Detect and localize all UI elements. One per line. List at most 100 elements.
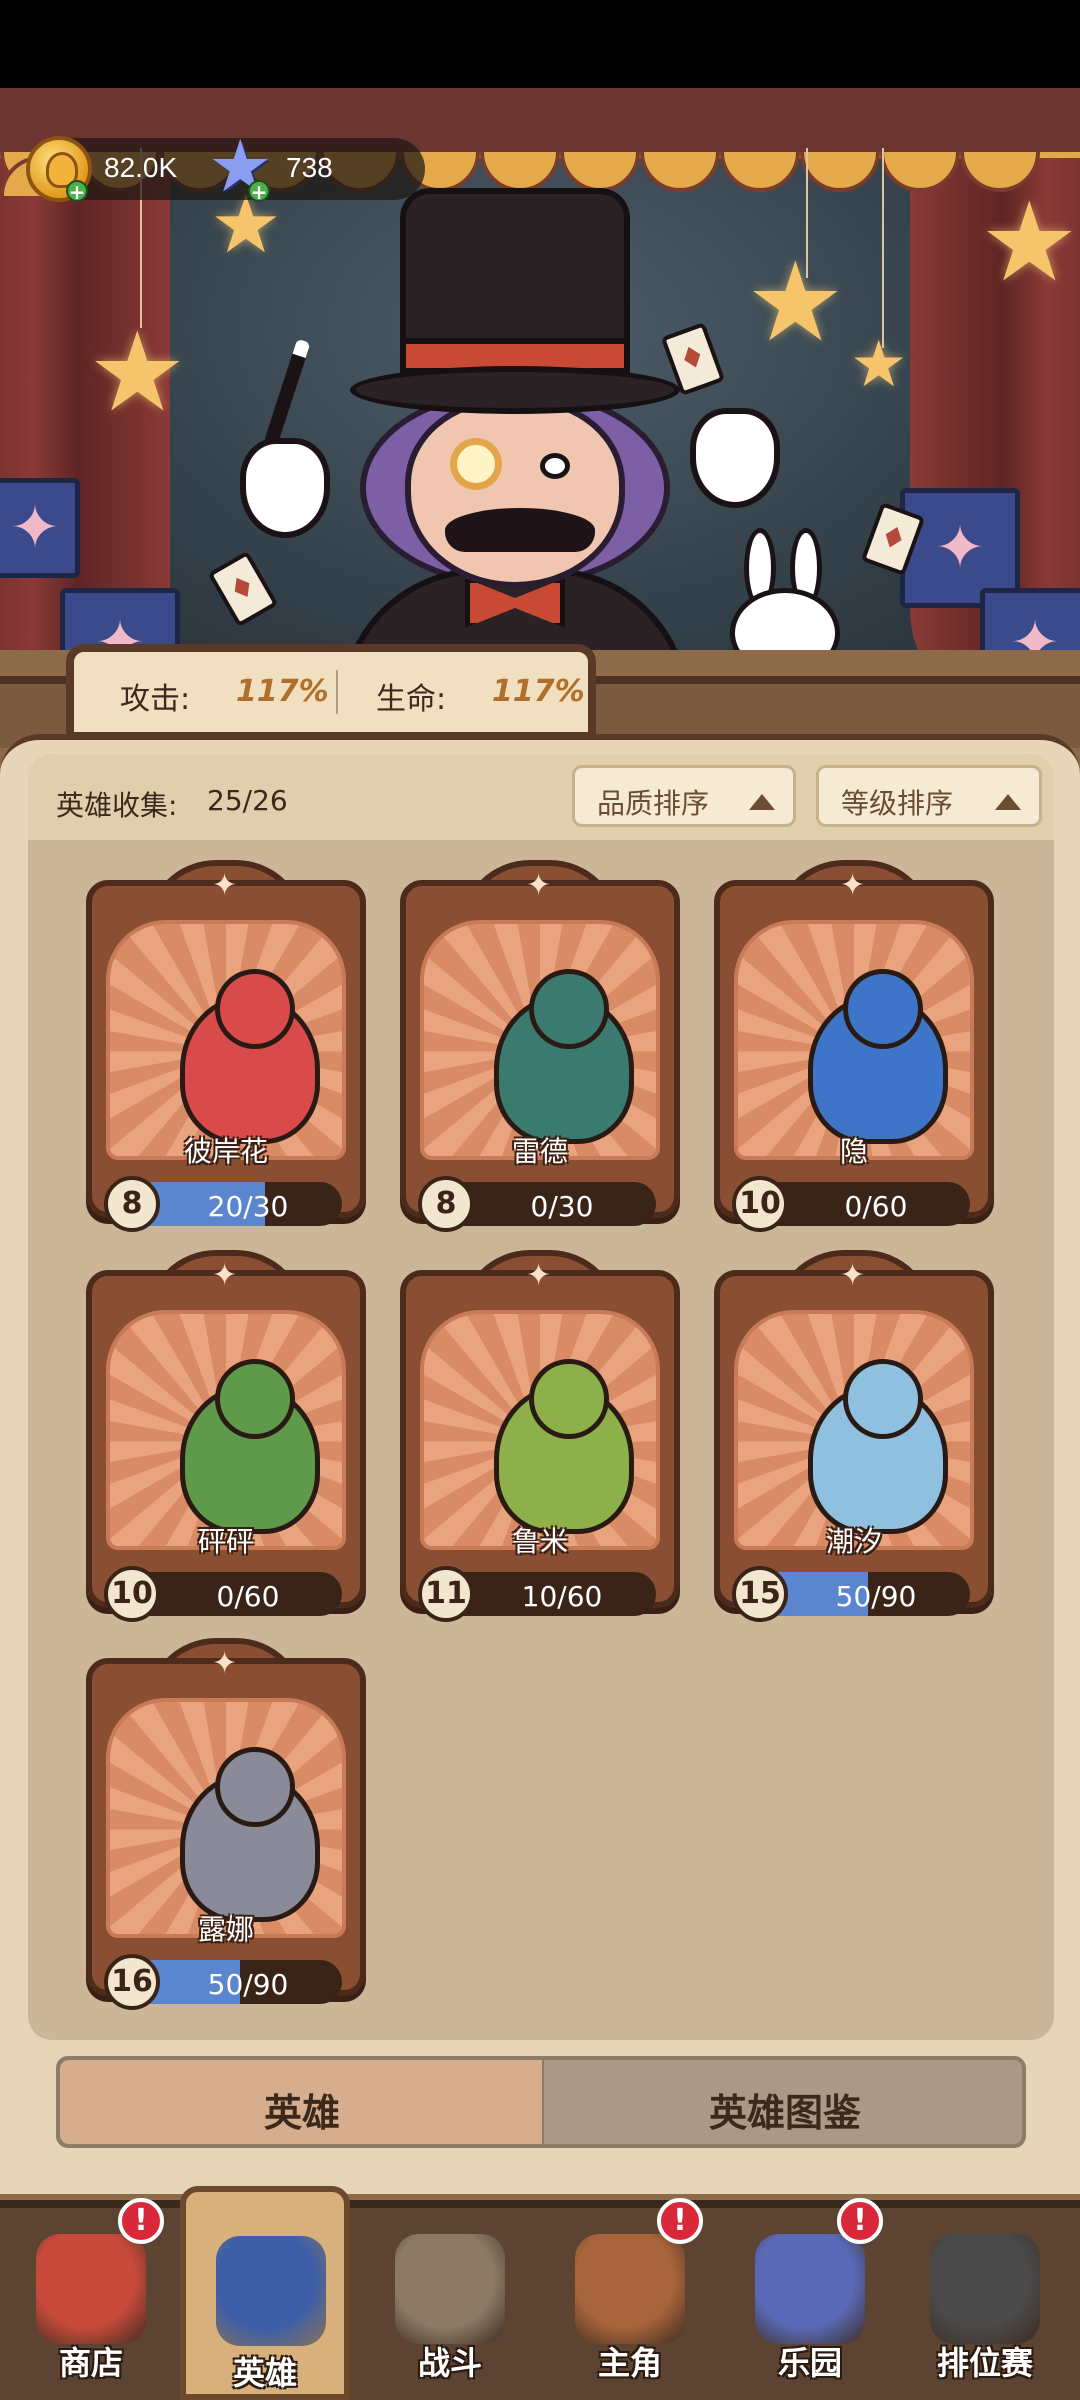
collection-count: 25/26 xyxy=(207,784,288,817)
tab-codex-label: 英雄图鉴 xyxy=(708,2091,861,2135)
hero-card[interactable]: 彼岸花 20/30 8 ✦ xyxy=(86,860,366,1232)
alert-badge-icon: ! xyxy=(118,2198,164,2244)
hero-name: 露娜 xyxy=(197,1913,254,1946)
shard-progress-text: 20/30 xyxy=(207,1190,289,1223)
hero-level-badge: 10 xyxy=(104,1566,160,1622)
nav-label: 英雄 xyxy=(232,2354,297,2392)
hero-level-badge: 10 xyxy=(732,1176,788,1232)
nav-label: 乐园 xyxy=(777,2344,842,2382)
hero-portrait xyxy=(734,1310,974,1550)
card-frame: 隐 0/60 10 xyxy=(714,880,994,1232)
shard-progress-text: 0/60 xyxy=(216,1580,280,1613)
hanging-star-icon: ★ xyxy=(980,178,1079,306)
hero-figure-icon xyxy=(494,969,634,1144)
hero-name: 潮汐 xyxy=(825,1525,882,1558)
shard-progress-text: 0/60 xyxy=(844,1190,908,1223)
nav-item-lock[interactable]: 排位赛 xyxy=(900,2220,1070,2400)
bunny-icon xyxy=(730,528,840,678)
right-glove xyxy=(690,408,780,508)
hanging-star-icon: ★ xyxy=(850,328,908,402)
tab-heroes[interactable]: 英雄 xyxy=(60,2060,544,2144)
hanging-star-icon: ★ xyxy=(88,308,187,436)
hero-figure-icon xyxy=(494,1359,634,1534)
shard-progress-text: 50/90 xyxy=(835,1580,917,1613)
hero-level-badge: 11 xyxy=(418,1566,474,1622)
hero-portrait xyxy=(734,920,974,1160)
hero-card[interactable]: 鲁米 10/60 11 ✦ xyxy=(400,1250,680,1622)
hero-card[interactable]: 潮汐 50/90 15 ✦ xyxy=(714,1250,994,1622)
castle-icon xyxy=(755,2234,865,2344)
nav-item-castle[interactable]: 乐园! xyxy=(725,2198,895,2400)
hero-portrait xyxy=(106,1310,346,1550)
hero-figure-icon xyxy=(808,1359,948,1534)
currency-bar: + 82.0K ★ + 738 xyxy=(26,130,425,202)
stats-tab: 攻击: 117% 生命: 117% xyxy=(66,644,596,740)
hero-portrait xyxy=(106,920,346,1160)
status-bar xyxy=(0,0,1080,88)
magic-wand-icon xyxy=(263,338,311,448)
hero-level-badge: 16 xyxy=(104,1954,160,2010)
hero-card[interactable]: 露娜 50/90 16 ✦ xyxy=(86,1638,366,2010)
alert-badge-icon: ! xyxy=(657,2198,703,2244)
hero-figure-icon xyxy=(180,1747,320,1922)
magician-character xyxy=(240,188,800,688)
card-frame: 露娜 50/90 16 xyxy=(86,1658,366,2010)
hero-level-badge: 8 xyxy=(418,1176,474,1232)
battle-icon xyxy=(395,2234,505,2344)
hero-figure-icon xyxy=(180,969,320,1144)
magic-box-left xyxy=(0,478,80,578)
hero-name: 彼岸花 xyxy=(183,1135,268,1168)
sort-level-label: 等级排序 xyxy=(841,787,954,820)
sort-by-quality-button[interactable]: 品质排序 xyxy=(572,765,796,827)
health-label: 生命: xyxy=(376,682,447,717)
shard-progress-text: 50/90 xyxy=(207,1968,289,2001)
card-star-icon: ✦ xyxy=(526,1258,552,1293)
collection-label: 英雄收集: xyxy=(56,789,178,822)
hero-portrait xyxy=(420,920,660,1160)
card-frame: 鲁米 10/60 11 xyxy=(400,1270,680,1622)
tab-heroes-label: 英雄 xyxy=(263,2091,340,2135)
card-frame: 彼岸花 20/30 8 xyxy=(86,880,366,1232)
nav-item-hero-cards[interactable]: 英雄 xyxy=(180,2186,350,2400)
hero-view-tabs: 英雄 英雄图鉴 xyxy=(56,2056,1026,2148)
nav-item-battle[interactable]: 战斗 xyxy=(365,2220,535,2400)
add-stars-button[interactable]: + xyxy=(248,180,270,202)
hero-figure-icon xyxy=(808,969,948,1144)
hero-card[interactable]: 隐 0/60 10 ✦ xyxy=(714,860,994,1232)
hero-name: 隐 xyxy=(839,1135,868,1168)
sort-quality-label: 品质排序 xyxy=(597,787,710,820)
hero-card[interactable]: 雷德 0/30 8 ✦ xyxy=(400,860,680,1232)
alert-badge-icon: ! xyxy=(837,2198,883,2244)
sort-by-level-button[interactable]: 等级排序 xyxy=(816,765,1042,827)
hero-card[interactable]: 砰砰 0/60 10 ✦ xyxy=(86,1250,366,1622)
hero-portrait xyxy=(106,1698,346,1938)
card-star-icon: ✦ xyxy=(212,1646,238,1681)
card-star-icon: ✦ xyxy=(212,868,238,903)
owl-icon xyxy=(575,2234,685,2344)
card-star-icon: ✦ xyxy=(840,868,866,903)
nav-item-owl[interactable]: 主角! xyxy=(545,2198,715,2400)
card-frame: 潮汐 50/90 15 xyxy=(714,1270,994,1622)
hero-name: 砰砰 xyxy=(197,1525,254,1558)
hero-level-badge: 15 xyxy=(732,1566,788,1622)
card-frame: 雷德 0/30 8 xyxy=(400,880,680,1232)
left-glove xyxy=(240,438,330,538)
nav-label: 战斗 xyxy=(417,2344,482,2382)
shard-progress-text: 10/60 xyxy=(521,1580,603,1613)
shard-progress-text: 0/30 xyxy=(530,1190,594,1223)
card-star-icon: ✦ xyxy=(840,1258,866,1293)
hero-level-badge: 8 xyxy=(104,1176,160,1232)
add-coins-button[interactable]: + xyxy=(66,180,88,202)
hero-name: 雷德 xyxy=(511,1135,568,1168)
star-amount: 738 xyxy=(286,152,333,183)
attack-label: 攻击: xyxy=(120,682,191,717)
hero-portrait xyxy=(420,1310,660,1550)
coin-amount: 82.0K xyxy=(104,152,178,183)
sort-arrow-icon xyxy=(995,794,1021,810)
hero-figure-icon xyxy=(180,1359,320,1534)
monocle-icon xyxy=(450,438,502,490)
sort-arrow-icon xyxy=(749,794,775,810)
tab-hero-codex[interactable]: 英雄图鉴 xyxy=(546,2060,1024,2144)
health-value: 117% xyxy=(492,674,585,709)
nav-item-shop[interactable]: 商店! xyxy=(6,2198,176,2400)
